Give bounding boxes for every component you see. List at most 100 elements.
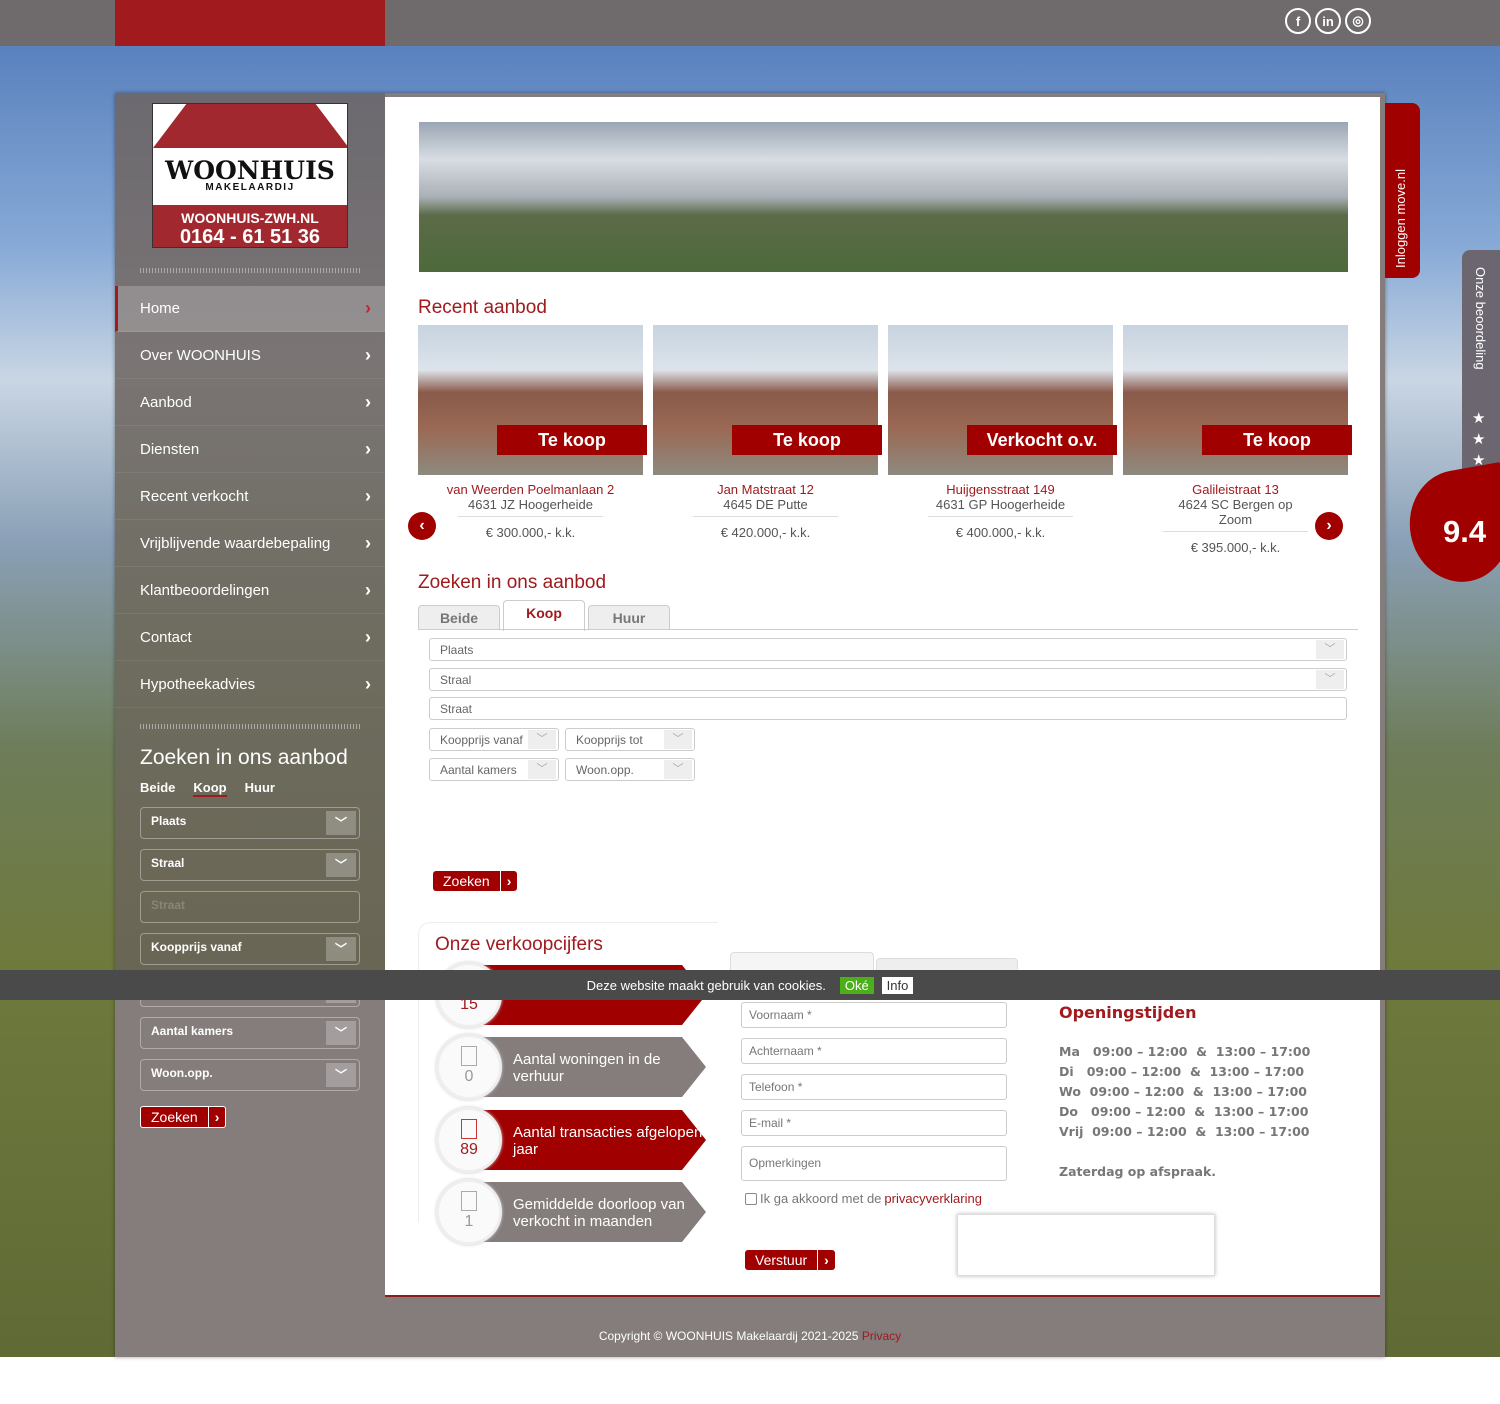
woonopp-select[interactable]: Woon.opp. ﹀ bbox=[565, 758, 695, 781]
chevron-down-icon: ﹀ bbox=[1316, 640, 1344, 659]
prijs-tot-label: Koopprijs tot bbox=[576, 733, 643, 747]
property-card[interactable]: Te koop van Weerden Poelmanlaan 2 4631 JZ … bbox=[418, 325, 647, 545]
achternaam-input[interactable]: Achternaam * bbox=[741, 1038, 1007, 1064]
nav-item[interactable]: Recent verkocht › bbox=[115, 474, 385, 520]
property-address: Jan Matstraat 12 bbox=[717, 482, 814, 497]
hours-title: Openingstijden bbox=[1059, 1003, 1197, 1022]
field-label: Woon.opp. bbox=[151, 1066, 213, 1080]
footer: Copyright © WOONHUIS Makelaardij 2021-20… bbox=[115, 1329, 1385, 1343]
straat-input[interactable]: Straat bbox=[429, 697, 1347, 720]
nav-item[interactable]: Hypotheekadvies › bbox=[115, 662, 385, 708]
search-button[interactable]: Zoeken › bbox=[433, 871, 518, 891]
property-address: Galileistraat 13 bbox=[1192, 482, 1279, 497]
house-icon bbox=[461, 1119, 477, 1139]
status-badge: Te koop bbox=[732, 425, 882, 455]
nav-label: Contact bbox=[140, 629, 192, 646]
property-card[interactable]: Te koop Galileistraat 13 4624 SC Bergen op… bbox=[1123, 325, 1352, 555]
field-label: Plaats bbox=[151, 814, 187, 828]
nav-label: Aanbod bbox=[140, 394, 192, 411]
stat-label: Aantal transacties afgelopen jaar bbox=[466, 1110, 706, 1170]
privacy-link[interactable]: privacyverklaring bbox=[884, 1191, 982, 1206]
opmerkingen-textarea[interactable]: Opmerkingen bbox=[741, 1146, 1007, 1181]
hours-note: Zaterdag op afspraak. bbox=[1059, 1164, 1217, 1179]
voornaam-input[interactable]: Voornaam * bbox=[741, 1002, 1007, 1028]
nav-item[interactable]: Contact › bbox=[115, 615, 385, 661]
sidebar-search-button[interactable]: Zoeken › bbox=[140, 1106, 227, 1128]
cookie-ok-button[interactable]: Oké bbox=[839, 976, 874, 994]
nav-label: Recent verkocht bbox=[140, 488, 249, 505]
privacy-checkbox[interactable] bbox=[745, 1192, 757, 1205]
verstuur-button[interactable]: Verstuur › bbox=[745, 1250, 835, 1270]
stat-label: Gemiddelde doorloop van verkocht in maan… bbox=[466, 1182, 706, 1242]
nav-item[interactable]: Over WOONHUIS › bbox=[115, 333, 385, 379]
nav-item[interactable]: Home › bbox=[115, 286, 385, 332]
nav-item[interactable]: Aanbod › bbox=[115, 380, 385, 426]
cookie-info-button[interactable]: Info bbox=[881, 976, 914, 994]
chevron-down-icon: ﹀ bbox=[1316, 670, 1344, 689]
sidebar-field[interactable]: Plaats ﹀ bbox=[140, 807, 360, 839]
logo[interactable]: WOONHUIS MAKELAARDIJ WOONHUIS-ZWH.NL 0164… bbox=[152, 103, 348, 248]
cookie-bar: Deze website maakt gebruik van cookies. … bbox=[0, 970, 1500, 1000]
tab-huur[interactable]: Huur bbox=[588, 605, 670, 630]
footer-privacy-link[interactable]: Privacy bbox=[862, 1329, 901, 1343]
telefoon-input[interactable]: Telefoon * bbox=[741, 1074, 1007, 1100]
sidebar-field[interactable]: Aantal kamers ﹀ bbox=[140, 1017, 360, 1049]
logo-name: WOONHUIS bbox=[165, 156, 335, 185]
carousel-prev-button[interactable]: ‹ bbox=[408, 512, 436, 540]
nav-item[interactable]: Klantbeoordelingen › bbox=[115, 568, 385, 614]
login-label: Inloggen move.nl bbox=[1393, 168, 1408, 268]
property-card[interactable]: Verkocht o.v. Huijgensstraat 149 4631 GP H… bbox=[888, 325, 1117, 545]
instagram-icon[interactable]: ◎ bbox=[1345, 8, 1371, 34]
verstuur-label: Verstuur bbox=[755, 1252, 808, 1268]
side-tab-beide[interactable]: Beide bbox=[140, 780, 175, 797]
property-city: 4624 SC Bergen op Zoom bbox=[1163, 497, 1308, 532]
stat-item: Gemiddelde doorloop van verkocht in maan… bbox=[436, 1179, 706, 1245]
property-card[interactable]: Te koop Jan Matstraat 12 4645 DE Putte € 42… bbox=[653, 325, 882, 545]
straal-select[interactable]: Straal ﹀ bbox=[429, 668, 1347, 691]
logo-url: WOONHUIS-ZWH.NL bbox=[181, 210, 319, 226]
nav-label: Vrijblijvende waardebepaling bbox=[140, 535, 331, 552]
plaats-select[interactable]: Plaats ﹀ bbox=[429, 638, 1347, 661]
nav-item[interactable]: Vrijblijvende waardebepaling › bbox=[115, 521, 385, 567]
sidebar-field[interactable]: Koopprijs vanaf ﹀ bbox=[140, 933, 360, 965]
sidebar-field[interactable]: Straal ﹀ bbox=[140, 849, 360, 881]
chevron-down-icon: ﹀ bbox=[528, 730, 556, 749]
house-icon bbox=[461, 1046, 477, 1066]
property-city: 4645 DE Putte bbox=[693, 497, 838, 517]
login-tab[interactable]: Inloggen move.nl bbox=[1385, 103, 1420, 278]
stat-item: Aantal transacties afgelopen jaar 89 bbox=[436, 1107, 706, 1173]
placeholder: Voornaam * bbox=[749, 1008, 812, 1022]
property-address: Huijgensstraat 149 bbox=[946, 482, 1055, 497]
side-tab-koop[interactable]: Koop bbox=[193, 780, 227, 797]
sidebar-field[interactable]: Woon.opp. ﹀ bbox=[140, 1059, 360, 1091]
tab-koop[interactable]: Koop bbox=[503, 600, 585, 631]
copyright: Copyright © WOONHUIS Makelaardij 2021-20… bbox=[598, 1329, 859, 1343]
stats-title: Onze verkoopcijfers bbox=[435, 934, 603, 955]
koopprijs-vanaf-select[interactable]: Koopprijs vanaf ﹀ bbox=[429, 728, 559, 751]
carousel-next-button[interactable]: › bbox=[1315, 512, 1343, 540]
koopprijs-tot-select[interactable]: Koopprijs tot ﹀ bbox=[565, 728, 695, 751]
facebook-icon[interactable]: f bbox=[1285, 8, 1311, 34]
linkedin-icon[interactable]: in bbox=[1315, 8, 1341, 34]
nav-item[interactable]: Diensten › bbox=[115, 427, 385, 473]
nav-label: Klantbeoordelingen bbox=[140, 582, 270, 599]
logo-sub: MAKELAARDIJ bbox=[205, 182, 295, 193]
property-price: € 400.000,- k.k. bbox=[955, 525, 1046, 540]
chevron-down-icon: ﹀ bbox=[664, 730, 692, 749]
side-tab-huur[interactable]: Huur bbox=[245, 780, 275, 797]
prijs-vanaf-label: Koopprijs vanaf bbox=[440, 733, 523, 747]
nav-label: Diensten bbox=[140, 441, 200, 458]
tab-beide[interactable]: Beide bbox=[418, 605, 500, 630]
property-price: € 420.000,- k.k. bbox=[720, 525, 811, 540]
field-label: Aantal kamers bbox=[151, 1024, 234, 1038]
sidebar-field[interactable]: Straat bbox=[140, 891, 360, 923]
email-input[interactable]: E-mail * bbox=[741, 1110, 1007, 1136]
logo-phone: 0164 - 61 51 36 bbox=[179, 226, 321, 248]
form-tab-1[interactable] bbox=[730, 952, 874, 972]
recaptcha-box[interactable] bbox=[957, 1214, 1215, 1276]
kamers-select[interactable]: Aantal kamers ﹀ bbox=[429, 758, 559, 781]
chevron-down-icon: ﹀ bbox=[326, 1021, 356, 1045]
placeholder: Achternaam * bbox=[749, 1044, 822, 1058]
search-title: Zoeken in ons aanbod bbox=[418, 572, 607, 593]
chevron-down-icon: ﹀ bbox=[326, 1063, 356, 1087]
